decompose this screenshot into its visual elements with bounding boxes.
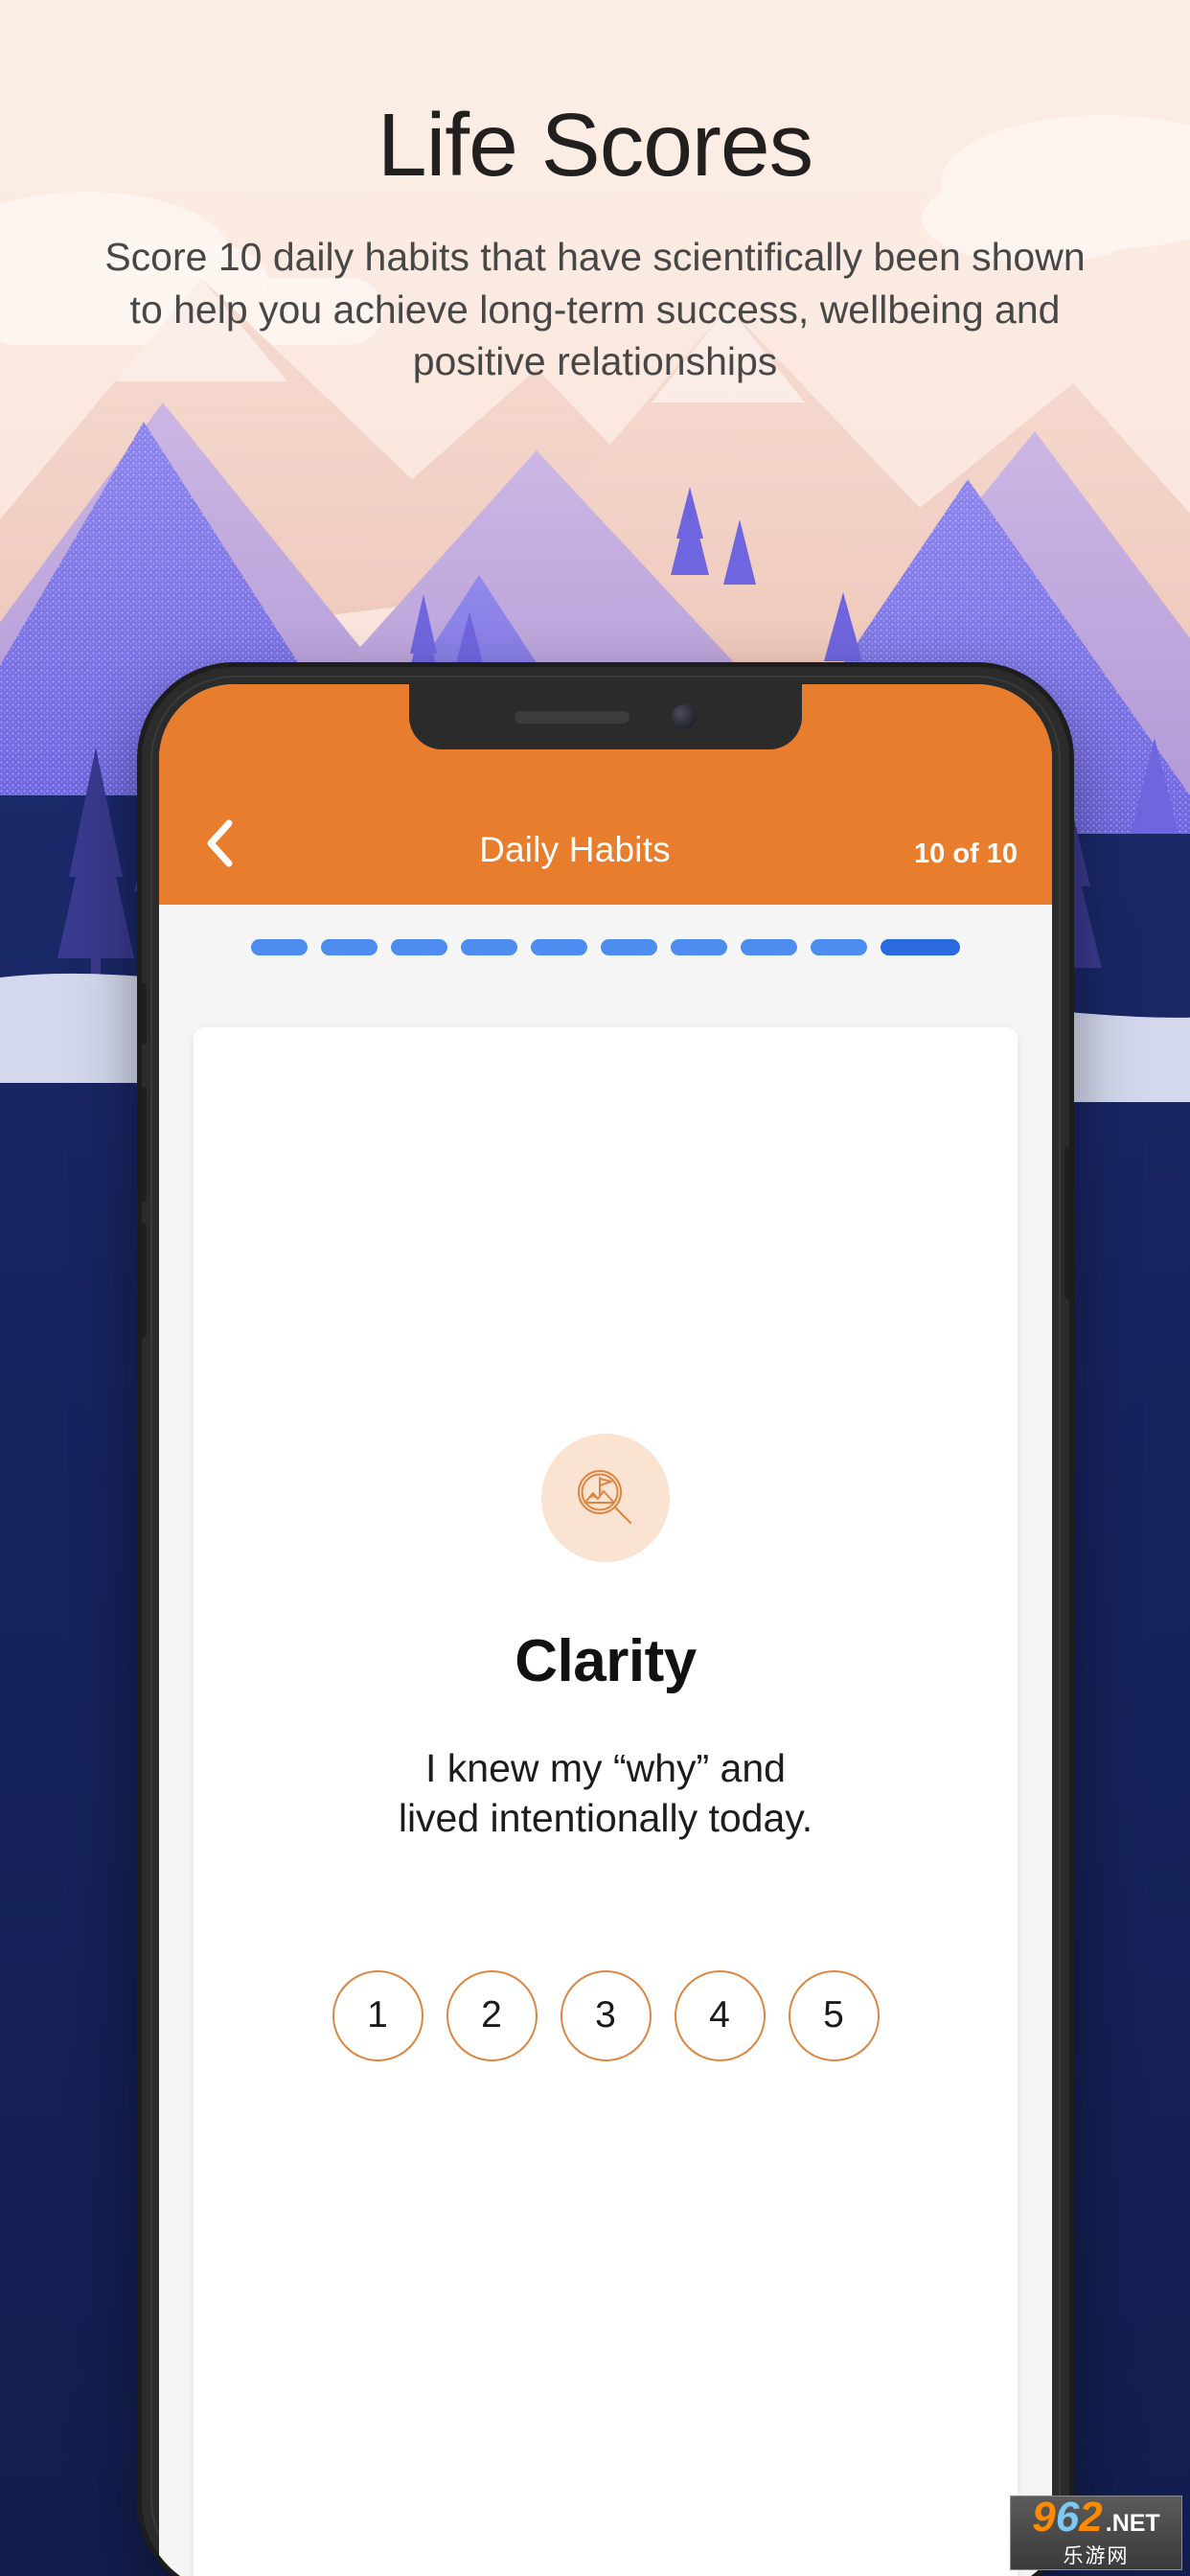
habit-icon-badge xyxy=(541,1434,670,1562)
power-button[interactable] xyxy=(1064,1146,1069,1300)
page-title: Life Scores xyxy=(377,95,813,195)
chevron-left-icon xyxy=(207,819,233,867)
page-subtitle: Score 10 daily habits that have scientif… xyxy=(104,235,1086,384)
progress-segment[interactable] xyxy=(601,939,657,955)
front-camera-icon xyxy=(672,704,697,729)
habit-description: I knew my “why” and lived intentionally … xyxy=(399,1743,812,1844)
progress-segment[interactable] xyxy=(671,939,727,955)
rating-button-4[interactable]: 4 xyxy=(674,1969,766,2061)
rating-scale: 1 2 3 4 5 xyxy=(332,1969,880,2061)
watermark-digit-2: 2 xyxy=(1079,2496,1103,2541)
watermark-digit-9: 9 xyxy=(1032,2496,1056,2541)
rating-button-5[interactable]: 5 xyxy=(788,1969,880,2061)
rating-button-3[interactable]: 3 xyxy=(560,1969,652,2061)
progress-segment[interactable] xyxy=(251,939,308,955)
watermark-digit-6: 6 xyxy=(1055,2496,1080,2541)
volume-down-button[interactable] xyxy=(142,1223,147,1338)
app-bar-title: Daily Habits xyxy=(479,830,671,869)
rating-button-1[interactable]: 1 xyxy=(332,1969,423,2061)
phone-mockup: Daily Habits 10 of 10 Clarity I knew my … xyxy=(142,667,1069,2576)
magnifier-flag-mountain-icon xyxy=(578,1470,631,1524)
habit-counter: 10 of 10 xyxy=(914,839,1018,869)
habit-card: Clarity I knew my “why” and lived intent… xyxy=(194,1027,1018,2576)
progress-segment[interactable] xyxy=(811,939,867,955)
habit-description-line-1: I knew my “why” and xyxy=(425,1746,786,1790)
volume-up-button[interactable] xyxy=(142,1087,147,1202)
progress-segment[interactable] xyxy=(321,939,378,955)
mute-switch[interactable] xyxy=(142,983,147,1045)
progress-segment[interactable] xyxy=(741,939,797,955)
progress-segment[interactable] xyxy=(461,939,517,955)
site-watermark: 9 6 2 .NET 乐游网 xyxy=(1010,2496,1182,2570)
progress-segment[interactable] xyxy=(531,939,587,955)
progress-segment[interactable] xyxy=(391,939,447,955)
habit-description-line-2: lived intentionally today. xyxy=(398,1796,813,1841)
phone-notch xyxy=(409,684,802,749)
habit-title: Clarity xyxy=(515,1628,697,1694)
phone-screen: Daily Habits 10 of 10 Clarity I knew my … xyxy=(159,684,1052,2576)
watermark-tld: .NET xyxy=(1105,2510,1160,2537)
back-button[interactable] xyxy=(194,816,247,870)
progress-indicator xyxy=(159,905,1052,984)
earpiece-speaker-icon xyxy=(515,710,629,724)
watermark-chinese-text: 乐游网 xyxy=(1063,2545,1130,2567)
progress-segment-active[interactable] xyxy=(881,939,960,955)
rating-button-2[interactable]: 2 xyxy=(446,1969,538,2061)
